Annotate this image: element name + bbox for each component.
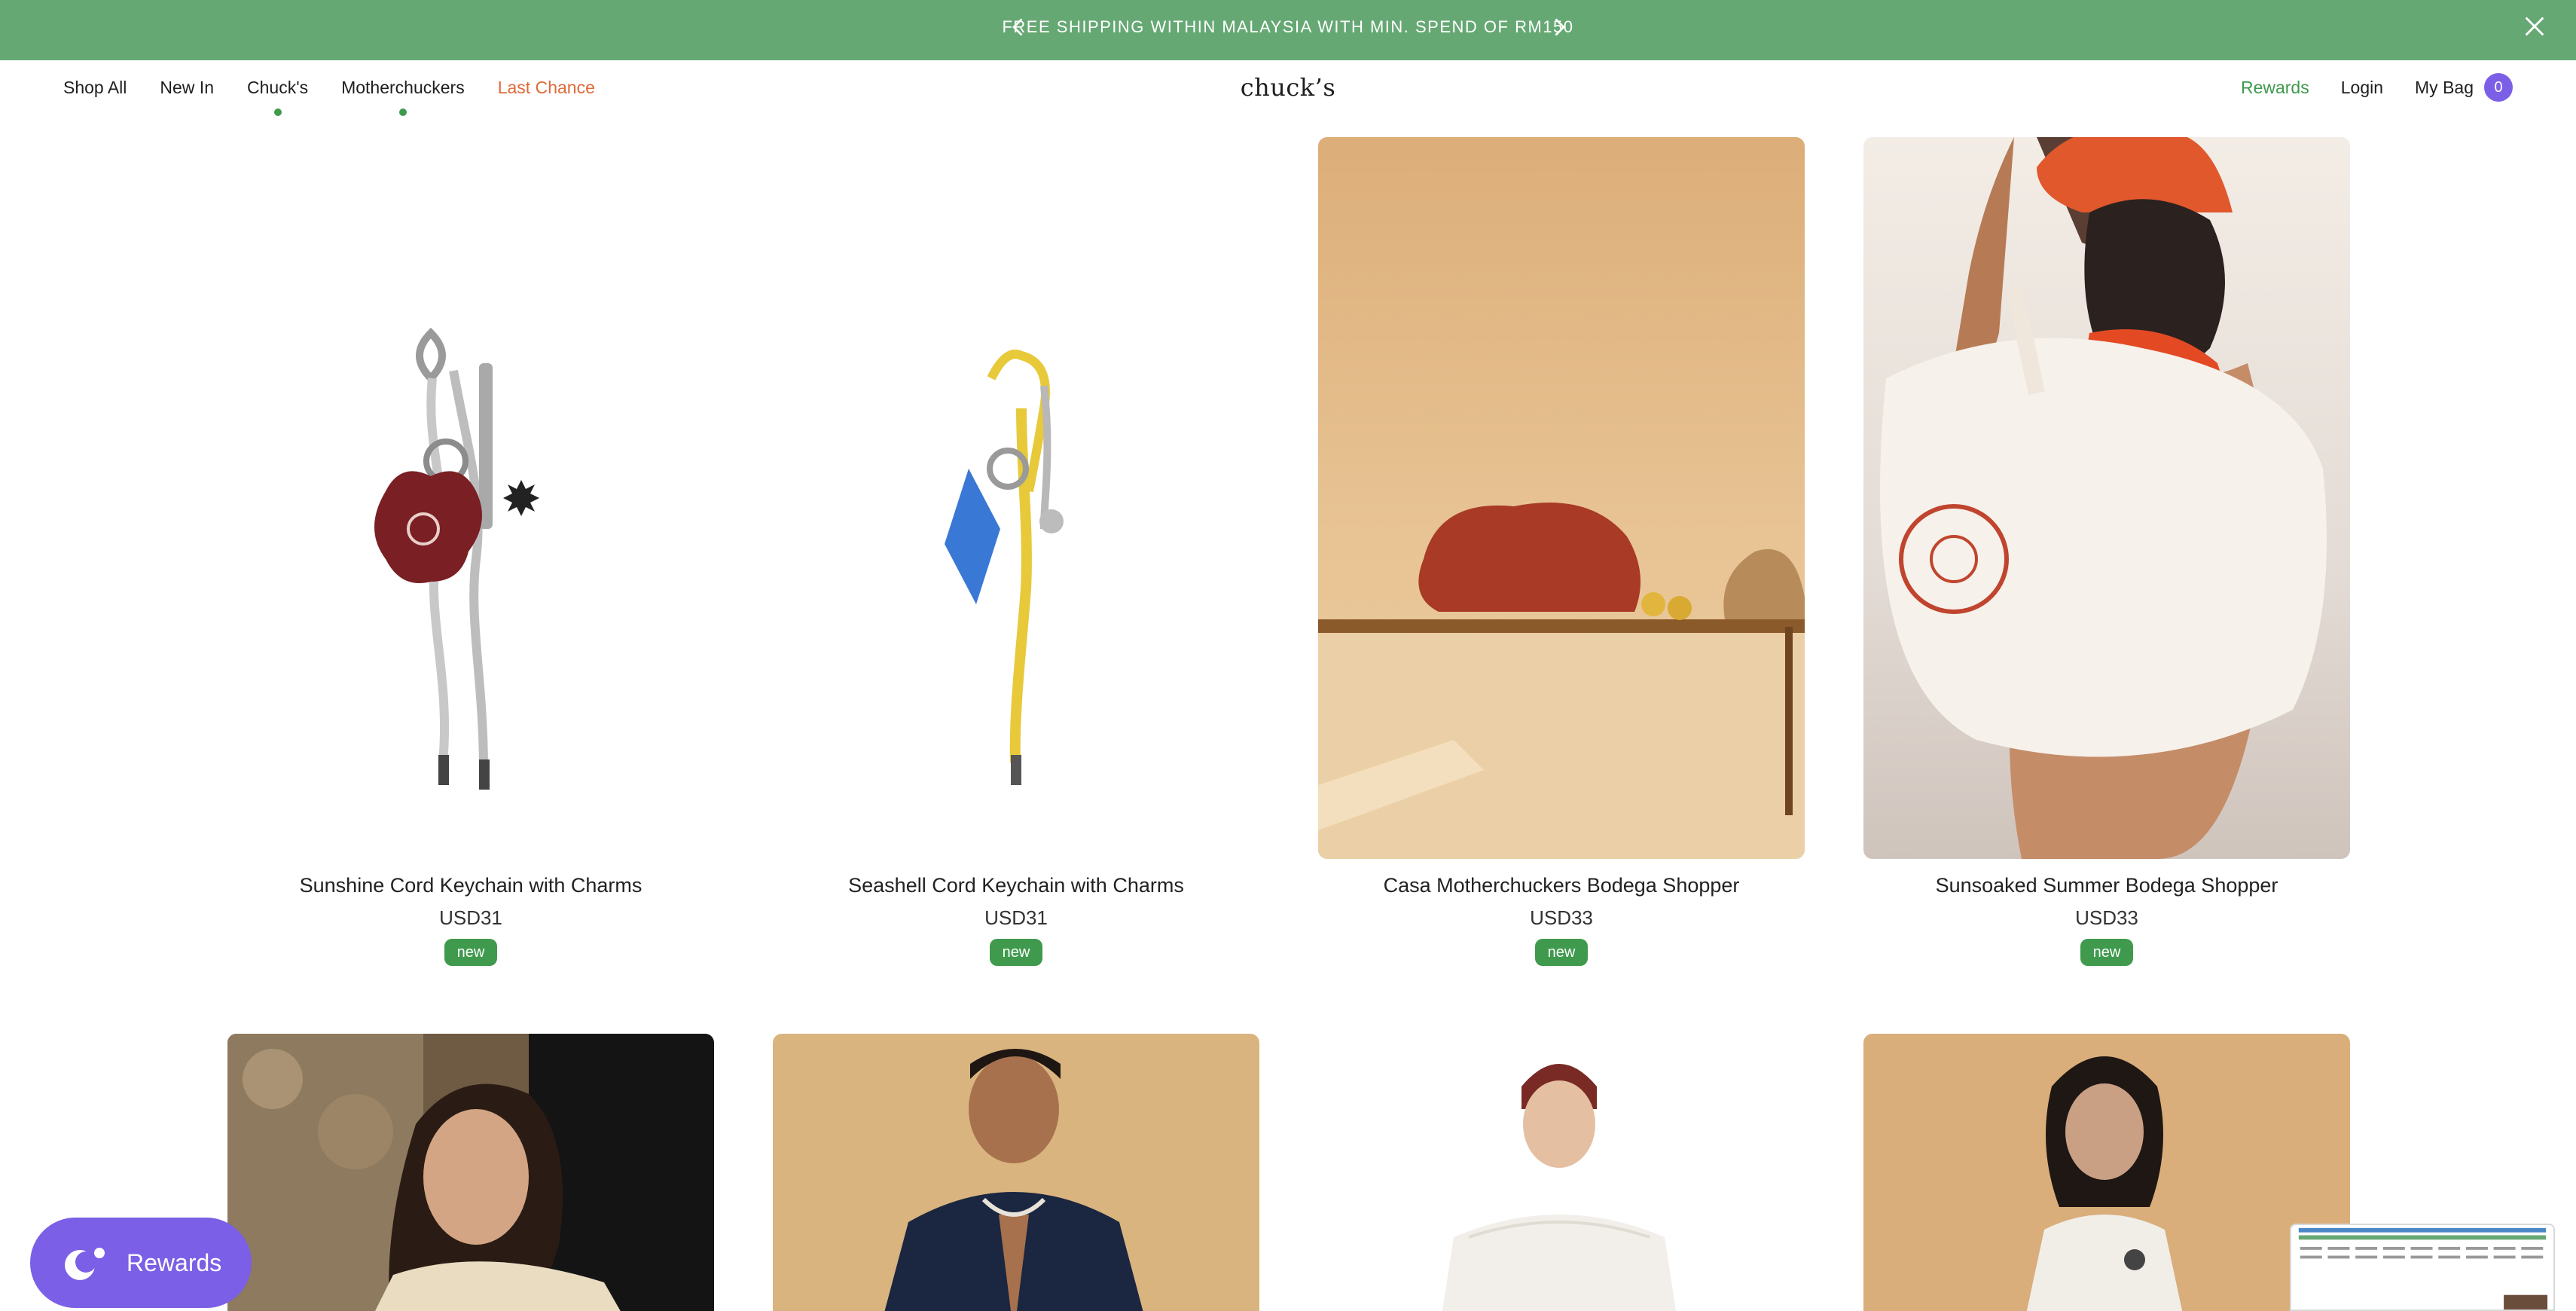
product-card[interactable]: Seashell Cord Keychain with Charms USD31… (773, 137, 1259, 966)
product-card[interactable] (1318, 1034, 1805, 1311)
product-card[interactable] (1863, 1034, 2350, 1311)
nav-last-chance[interactable]: Last Chance (498, 78, 595, 98)
site-header: Shop All New In Chuck's Motherchuckers L… (0, 60, 2576, 116)
product-image[interactable] (1863, 1034, 2350, 1311)
new-badge: new (990, 939, 1042, 966)
new-badge: new (1535, 939, 1588, 966)
product-card[interactable] (227, 1034, 714, 1311)
announcement-bar: FREE SHIPPING WITHIN MALAYSIA WITH MIN. … (0, 0, 2576, 60)
main-nav: Shop All New In Chuck's Motherchuckers L… (63, 60, 628, 116)
nav-chucks[interactable]: Chuck's (247, 77, 309, 116)
nav-label: Motherchuckers (341, 77, 465, 97)
new-badge: new (444, 939, 497, 966)
product-price: USD31 (984, 906, 1048, 929)
chevron-left-icon[interactable] (1005, 14, 1032, 41)
rewards-floating-label: Rewards (127, 1248, 222, 1276)
my-bag-button[interactable]: My Bag 0 (2415, 73, 2513, 102)
product-image[interactable] (773, 1034, 1259, 1311)
bag-count-badge: 0 (2484, 73, 2513, 102)
product-card[interactable]: Sunsoaked Summer Bodega Shopper USD33 ne… (1863, 137, 2350, 966)
product-price: USD31 (439, 906, 502, 929)
nav-label: Last Chance (497, 77, 595, 97)
nav-shop-all[interactable]: Shop All (63, 78, 127, 98)
product-name[interactable]: Casa Motherchuckers Bodega Shopper (1318, 874, 1805, 897)
nav-motherchuckers[interactable]: Motherchuckers (341, 77, 465, 116)
login-link[interactable]: Login (2341, 78, 2383, 98)
product-image[interactable] (1318, 137, 1805, 859)
nav-label: Shop All (63, 77, 127, 97)
product-image[interactable] (773, 137, 1259, 859)
nav-label: New In (160, 77, 214, 97)
bag-label: My Bag (2415, 77, 2474, 97)
product-name[interactable]: Seashell Cord Keychain with Charms (773, 874, 1259, 897)
nav-label: Chuck's (247, 77, 309, 97)
product-image[interactable] (1318, 1034, 1805, 1311)
active-dot-indicator (398, 108, 407, 116)
new-badge: new (2080, 939, 2133, 966)
rewards-logo-icon (65, 1248, 105, 1280)
chevron-right-icon[interactable] (1546, 14, 1573, 41)
brand-link[interactable]: chuck’s (1241, 73, 1336, 102)
screenshot-thumbnail-preview[interactable] (2290, 1224, 2555, 1311)
rewards-link[interactable]: Rewards (2241, 78, 2309, 98)
nav-new-in[interactable]: New In (160, 78, 214, 98)
product-price: USD33 (1530, 906, 1593, 929)
product-card[interactable]: Sunshine Cord Keychain with Charms USD31… (227, 137, 714, 966)
product-card[interactable]: Casa Motherchuckers Bodega Shopper USD33… (1318, 137, 1805, 966)
close-icon[interactable] (2522, 14, 2547, 39)
announcement-text: FREE SHIPPING WITHIN MALAYSIA WITH MIN. … (1002, 17, 1574, 36)
product-image[interactable] (1863, 137, 2350, 859)
product-image[interactable] (227, 137, 714, 859)
product-card[interactable] (773, 1034, 1259, 1311)
product-price: USD33 (2075, 906, 2138, 929)
active-dot-indicator (273, 108, 282, 116)
account-nav: Rewards Login My Bag 0 (2209, 60, 2513, 115)
product-image[interactable] (227, 1034, 714, 1311)
rewards-floating-button[interactable]: Rewards (30, 1218, 252, 1308)
product-name[interactable]: Sunshine Cord Keychain with Charms (227, 874, 714, 897)
product-name[interactable]: Sunsoaked Summer Bodega Shopper (1863, 874, 2350, 897)
